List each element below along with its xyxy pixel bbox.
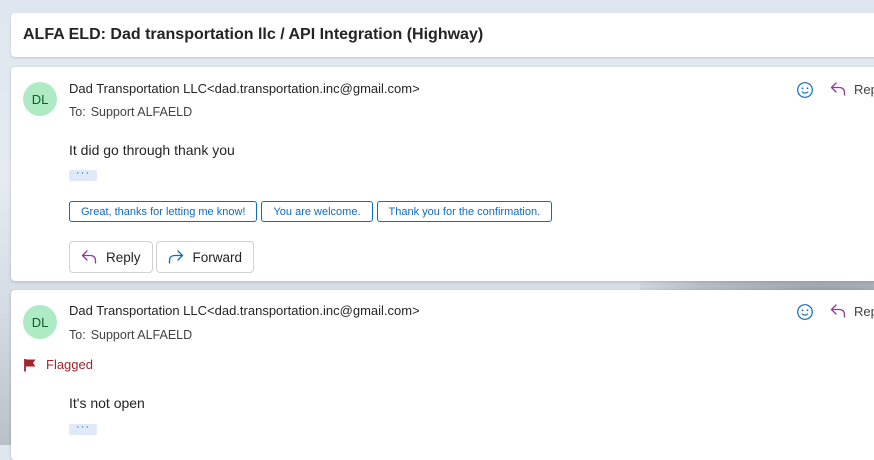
header-reply-button[interactable]: Rep (829, 303, 874, 319)
emoji-react-icon[interactable] (796, 81, 814, 104)
message-body: It's not open (69, 395, 145, 411)
message-body: It did go through thank you (69, 142, 235, 158)
recipients: To: Support ALFAELD (69, 105, 192, 119)
suggested-reply-button[interactable]: Great, thanks for letting me know! (69, 201, 258, 222)
forward-arrow-icon (168, 250, 183, 264)
to-label: To: (69, 105, 86, 119)
emoji-react-icon[interactable] (796, 303, 814, 326)
forward-button[interactable]: Forward (155, 241, 255, 273)
avatar: DL (23, 82, 57, 116)
flag-icon (24, 358, 36, 371)
show-quoted-text-button[interactable]: ··· (69, 422, 97, 435)
sender-name[interactable]: Dad Transportation LLC<dad.transportatio… (69, 81, 420, 96)
reply-button[interactable]: Reply (69, 241, 153, 273)
recipient-name[interactable]: Support ALFAELD (91, 105, 192, 119)
header-reply-label: Rep (854, 303, 874, 319)
suggested-reply-button[interactable]: Thank you for the confirmation. (376, 201, 553, 222)
email-subject: ALFA ELD: Dad transportation llc / API I… (11, 13, 874, 57)
recipient-name[interactable]: Support ALFAELD (91, 328, 192, 342)
avatar: DL (23, 305, 57, 339)
reply-arrow-icon (830, 304, 846, 318)
recipients: To: Support ALFAELD (69, 328, 192, 342)
suggested-replies: Great, thanks for letting me know! You a… (69, 201, 553, 222)
reply-label: Reply (106, 249, 141, 265)
show-quoted-text-button[interactable]: ··· (69, 168, 97, 181)
reply-arrow-icon (830, 82, 846, 96)
flag-label: Flagged (46, 357, 93, 372)
header-reply-button[interactable]: Rep (829, 81, 874, 97)
message-card[interactable]: DL Dad Transportation LLC<dad.transporta… (11, 67, 874, 281)
flag-status: Flagged (23, 357, 93, 372)
header-reply-label: Rep (854, 81, 874, 97)
message-actions: Reply Forward (69, 241, 255, 273)
reply-arrow-icon (81, 250, 97, 264)
forward-label: Forward (192, 249, 243, 265)
message-card[interactable]: DL Dad Transportation LLC<dad.transporta… (11, 290, 874, 460)
suggested-reply-button[interactable]: You are welcome. (261, 201, 373, 222)
to-label: To: (69, 328, 86, 342)
sender-name[interactable]: Dad Transportation LLC<dad.transportatio… (69, 303, 420, 318)
